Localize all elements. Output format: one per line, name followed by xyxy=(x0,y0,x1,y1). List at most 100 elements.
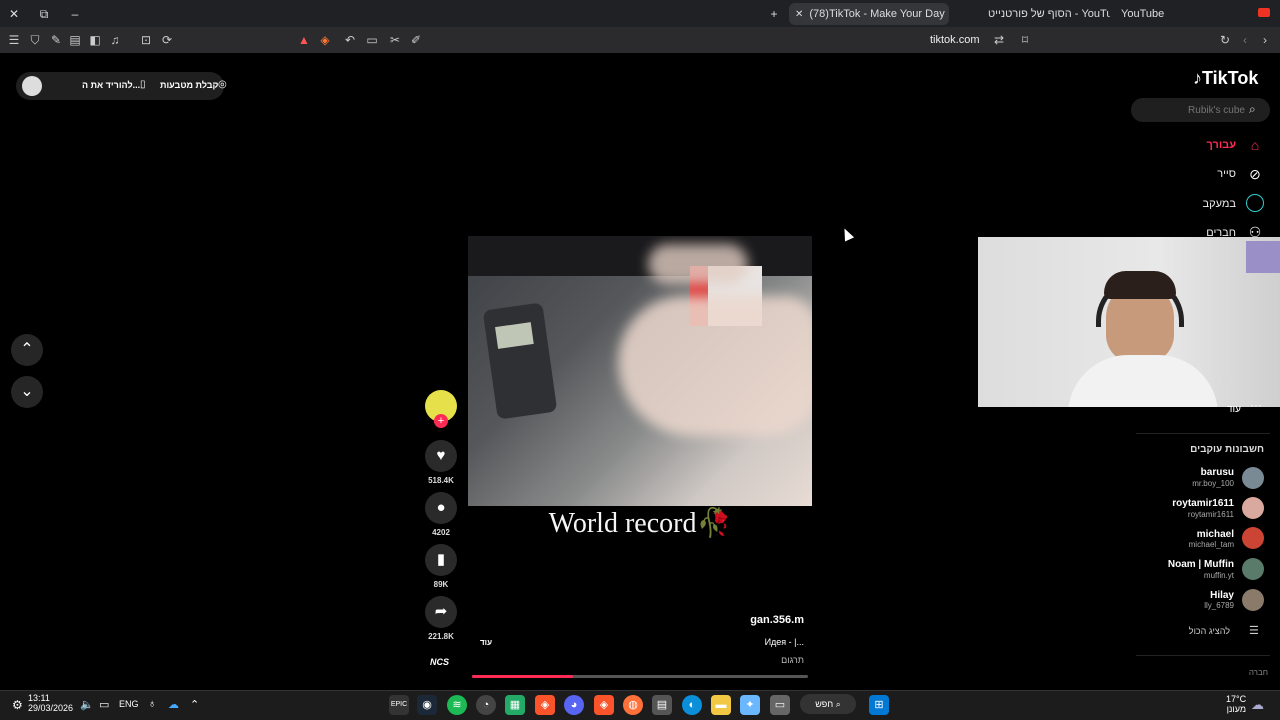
video-author[interactable]: gan.356.m xyxy=(750,614,804,626)
edge-icon[interactable]: ◐ xyxy=(682,695,702,715)
save-button[interactable]: ▮ xyxy=(425,544,457,576)
video-progress-track[interactable] xyxy=(472,675,808,678)
bookmark-icon[interactable]: ⌑ xyxy=(1017,32,1033,48)
timer-display xyxy=(495,322,534,349)
site-settings-icon[interactable]: ⇄ xyxy=(991,32,1007,48)
follow-name[interactable]: michael xyxy=(1197,529,1234,540)
tool-icon[interactable]: ✂ xyxy=(387,32,403,48)
brave-icon[interactable]: ◈ xyxy=(594,695,614,715)
task-view-icon[interactable]: ▭ xyxy=(770,695,790,715)
comment-button[interactable]: ● xyxy=(425,492,457,524)
music-icon[interactable]: ♫ xyxy=(107,32,123,48)
extensions-icon[interactable]: ⟳ xyxy=(159,32,175,48)
avatar[interactable] xyxy=(1242,497,1264,519)
cast-icon[interactable]: ▭ xyxy=(364,32,380,48)
avatar[interactable] xyxy=(1242,558,1264,580)
comment-count: 4202 xyxy=(432,528,450,537)
background-poster xyxy=(1246,241,1280,273)
translate-link[interactable]: תרגום xyxy=(781,655,804,665)
avatar[interactable] xyxy=(1242,467,1264,489)
address-bar[interactable]: tiktok.com xyxy=(930,34,980,46)
back-icon[interactable]: › xyxy=(1257,32,1273,48)
taskbar-search[interactable]: חפש ⌕ xyxy=(800,694,856,714)
steam-icon[interactable]: ◉ xyxy=(417,695,437,715)
comment-icon: ● xyxy=(436,499,446,516)
follow-name[interactable]: Hilay xyxy=(1210,590,1234,601)
screenshot-icon[interactable]: ⊡ xyxy=(138,32,154,48)
weather-widget[interactable]: 17°C מעונן xyxy=(1226,694,1246,714)
forward-icon[interactable]: ‹ xyxy=(1237,32,1253,48)
tab-tiktok[interactable]: ✕ (78)TikTok - Make Your Day xyxy=(789,3,949,25)
firefox-icon[interactable]: ◍ xyxy=(623,695,643,715)
search-icon[interactable]: ⌕ xyxy=(1249,102,1256,117)
previous-video-button[interactable]: ⌃ xyxy=(11,334,43,366)
avatar[interactable] xyxy=(22,76,42,96)
avatar[interactable] xyxy=(1242,589,1264,611)
microphone-icon[interactable]: ♁ xyxy=(148,698,156,710)
warning-icon[interactable]: ▲ xyxy=(296,32,312,48)
menu-icon[interactable]: ☰ xyxy=(6,32,22,48)
more-icon[interactable]: ··· xyxy=(1250,398,1262,412)
chevron-up-icon[interactable]: ⌃ xyxy=(190,698,199,711)
shield-icon[interactable]: ⛉ xyxy=(27,32,43,48)
nav-for-you[interactable]: עבורך xyxy=(1206,139,1236,151)
copilot-icon[interactable]: ✦ xyxy=(740,695,760,715)
network-icon[interactable]: ▭ xyxy=(99,698,109,711)
clock[interactable]: 13:11 29/03/2026 xyxy=(28,693,73,713)
follow-plus-icon[interactable]: + xyxy=(434,414,448,428)
follow-name[interactable]: barusu xyxy=(1201,467,1234,478)
pin-icon[interactable]: ✎ xyxy=(48,32,64,48)
like-button[interactable]: ♥ xyxy=(425,440,457,472)
epic-games-icon[interactable]: EPIC xyxy=(389,695,409,715)
share-button[interactable]: ➦ xyxy=(425,596,457,628)
footer-link[interactable]: חברה xyxy=(1249,668,1268,677)
back-action-icon[interactable]: ↶ xyxy=(342,32,358,48)
home-icon[interactable]: ⌂ xyxy=(1246,136,1264,154)
show-all-link[interactable]: להציג הכול xyxy=(1189,626,1230,636)
file-explorer-icon[interactable]: ▬ xyxy=(711,695,731,715)
tiktok-logo[interactable]: ♪TikTok xyxy=(1193,68,1258,89)
windows-start-icon[interactable]: ⊞ xyxy=(869,695,889,715)
tab-youtube[interactable]: YouTube xyxy=(1121,3,1181,25)
follow-handle: michael_tam xyxy=(1188,540,1234,549)
settings-icon[interactable]: ⚙ xyxy=(12,698,23,712)
follow-name[interactable]: roytamir1611 xyxy=(1172,498,1234,509)
nav-following[interactable]: במעקב xyxy=(1203,198,1237,210)
compass-icon[interactable]: ⊘ xyxy=(1246,165,1264,183)
discord-icon[interactable]: ◕ xyxy=(564,695,584,715)
spotify-icon[interactable]: ≋ xyxy=(447,695,467,715)
search-bar[interactable]: ⌕ xyxy=(1131,98,1270,122)
search-input[interactable] xyxy=(1141,102,1245,118)
tabs-icon[interactable]: ▤ xyxy=(67,32,83,48)
close-tab-icon[interactable]: ✕ xyxy=(795,9,803,20)
nav-explore[interactable]: סייר xyxy=(1217,168,1236,180)
minimize-window-icon[interactable]: – xyxy=(67,6,83,22)
brave-shield-icon[interactable]: ◈ xyxy=(317,32,333,48)
store-icon[interactable]: ▤ xyxy=(652,695,672,715)
sidebar-icon[interactable]: ◧ xyxy=(87,32,103,48)
close-window-icon[interactable]: ✕ xyxy=(6,6,22,22)
store-app-icon[interactable]: ▦ xyxy=(505,695,525,715)
get-coins-link[interactable]: קבלת מטבעות xyxy=(160,80,218,90)
follow-name[interactable]: Noam | Muffin xyxy=(1168,559,1234,570)
volume-icon[interactable]: 🔈 xyxy=(80,698,94,711)
reload-icon[interactable]: ↻ xyxy=(1217,32,1233,48)
save-count: 89K xyxy=(433,580,449,589)
language-indicator[interactable]: ENG xyxy=(119,699,139,709)
brave-icon[interactable]: ◈ xyxy=(535,695,555,715)
divider xyxy=(1136,433,1270,434)
cloud-sync-icon[interactable]: ☁ xyxy=(168,698,179,711)
following-icon[interactable] xyxy=(1246,194,1264,212)
tab-youtube-fortnite[interactable]: הסוף של פורטנייט - YouTube xyxy=(988,3,1110,25)
avatar[interactable] xyxy=(1242,527,1264,549)
video-player[interactable] xyxy=(468,236,812,506)
music-badge[interactable]: NCS xyxy=(430,657,449,667)
clock-app-icon[interactable]: ◔ xyxy=(476,695,496,715)
new-tab-button[interactable]: + xyxy=(766,6,782,22)
nav-more[interactable]: עוד xyxy=(1227,404,1241,415)
restore-window-icon[interactable]: ⧉ xyxy=(36,6,52,22)
description-more-link[interactable]: עוד xyxy=(480,638,492,647)
pen-icon[interactable]: ✐ xyxy=(408,32,424,48)
next-video-button[interactable]: ⌄ xyxy=(11,376,43,408)
download-app-link[interactable]: להוריד את ה... xyxy=(82,80,140,90)
